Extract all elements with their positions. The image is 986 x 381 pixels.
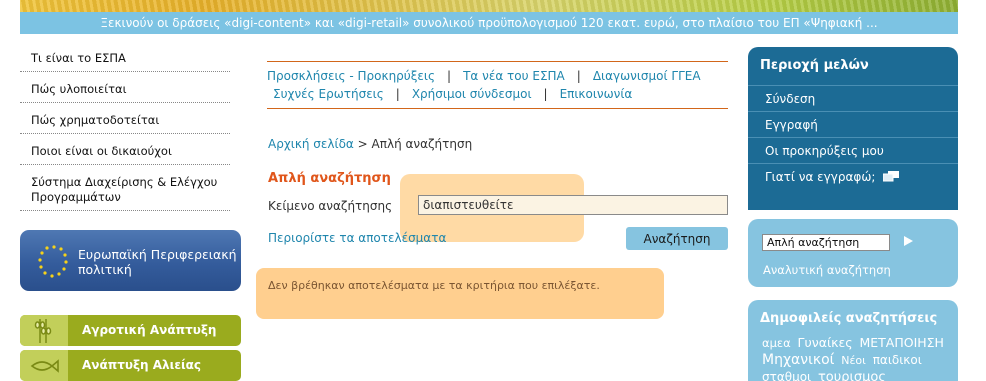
nav-separator: |	[576, 69, 581, 83]
left-menu-item-beneficiaries[interactable]: Ποιοι είναι οι δικαιούχοι	[20, 134, 230, 165]
members-login-link[interactable]: Σύνδεση	[748, 85, 958, 111]
members-why-register-label: Γιατί να εγγραφώ;	[765, 170, 876, 184]
eu-regional-policy-banner[interactable]: Ευρωπαϊκή Περιφερειακή πολιτική	[20, 230, 241, 291]
top-navigation: Προσκλήσεις - Προκηρύξεις | Τα νέα του ΕΣΠ…	[267, 61, 728, 109]
members-my-calls-link[interactable]: Οι προκηρύξεις μου	[748, 137, 958, 163]
breadcrumb: Αρχική σελίδα > Απλή αναζήτηση	[268, 137, 472, 151]
search-input[interactable]	[418, 195, 728, 215]
popular-searches-title: Δημοφιλείς αναζητήσεις	[760, 311, 938, 326]
quick-search-panel: Αναλυτική αναζήτηση	[748, 219, 958, 287]
left-menu-item-management-line2: Προγραμμάτων	[31, 190, 121, 204]
search-section-title: Απλή αναζήτηση	[268, 171, 391, 186]
popular-tag[interactable]: σταθμοι	[762, 370, 811, 381]
nav-link-tenders[interactable]: Διαγωνισμοί ΓΓΕΑ	[593, 69, 701, 83]
monitor-icon	[882, 171, 900, 182]
advanced-search-link[interactable]: Αναλυτική αναζήτηση	[763, 263, 891, 277]
members-area-panel: Περιοχή μελών Σύνδεση Εγγραφή Οι προκηρύ…	[748, 47, 958, 210]
news-ticker[interactable]: Ξεκινούν οι δράσεις «digi-content» και «…	[20, 12, 958, 34]
nav-separator: |	[543, 87, 548, 101]
popular-tag[interactable]: ΜΕΤΑΠΟΙΗΣΗ	[859, 335, 944, 350]
left-menu-item-implementation[interactable]: Πώς υλοποιείται	[20, 72, 230, 103]
nav-link-faq[interactable]: Συχνές Ερωτήσεις	[273, 87, 384, 101]
popular-tag[interactable]: Νέοι	[841, 354, 866, 367]
search-button[interactable]: Αναζήτηση	[626, 227, 728, 250]
left-menu-item-management-line1: Σύστημα Διαχείρισης & Ελέγχου	[31, 175, 218, 189]
search-text-label: Κείμενο αναζήτησης	[268, 199, 393, 213]
nav-link-calls[interactable]: Προσκλήσεις - Προκηρύξεις	[267, 69, 435, 83]
wheat-icon	[20, 315, 68, 346]
rural-development-label: Αγροτική Ανάπτυξη	[82, 323, 217, 337]
members-why-register-link[interactable]: Γιατί να εγγραφώ;	[748, 163, 958, 189]
breadcrumb-home-link[interactable]: Αρχική σελίδα	[268, 137, 354, 151]
popular-searches-panel: Δημοφιλείς αναζητήσεις αμεα Γυναίκες ΜΕΤ…	[748, 300, 958, 381]
left-menu-item-funding[interactable]: Πώς χρηματοδοτείται	[20, 103, 230, 134]
popular-tag[interactable]: Μηχανικοί	[762, 352, 834, 368]
left-menu-item-what-is-espa[interactable]: Τι είναι το ΕΣΠΑ	[20, 40, 230, 72]
left-menu-item-management-system[interactable]: Σύστημα Διαχείρισης & Ελέγχου Προγραμμάτ…	[20, 165, 230, 211]
fisheries-development-button[interactable]: Ανάπτυξη Αλιείας	[20, 350, 241, 381]
popular-tag[interactable]: τουρισμος	[818, 370, 886, 381]
header-banner-image	[20, 0, 958, 12]
nav-separator: |	[395, 87, 400, 101]
rural-development-button[interactable]: Αγροτική Ανάπτυξη	[20, 315, 241, 346]
refine-results-link[interactable]: Περιορίστε τα αποτελέσματα	[268, 231, 446, 245]
popular-tags-cloud: αμεα Γυναίκες ΜΕΤΑΠΟΙΗΣΗ Μηχανικοί Νέοι …	[762, 334, 952, 381]
nav-link-news[interactable]: Τα νέα του ΕΣΠΑ	[463, 69, 565, 83]
members-register-link[interactable]: Εγγραφή	[748, 111, 958, 137]
popular-tag[interactable]: παιδικοι	[873, 353, 922, 367]
quick-search-input[interactable]	[762, 234, 890, 251]
eu-banner-line1: Ευρωπαϊκή Περιφερειακή	[78, 247, 237, 262]
play-arrow-icon[interactable]	[904, 236, 913, 246]
no-results-message-box: Δεν βρέθηκαν αποτελέσματα με τα κριτήρια…	[256, 268, 664, 319]
nav-link-contact[interactable]: Επικοινωνία	[560, 87, 633, 101]
members-area-title: Περιοχή μελών	[760, 58, 869, 73]
eu-banner-line2: πολιτική	[78, 262, 132, 277]
left-menu: Τι είναι το ΕΣΠΑ Πώς υλοποιείται Πώς χρη…	[20, 40, 230, 211]
popular-tag[interactable]: Γυναίκες	[798, 335, 853, 350]
breadcrumb-current: Απλή αναζήτηση	[371, 137, 473, 151]
eu-banner-label: Ευρωπαϊκή Περιφερειακή πολιτική	[78, 247, 237, 277]
breadcrumb-separator: >	[357, 137, 368, 151]
popular-tag[interactable]: αμεα	[762, 336, 791, 350]
fisheries-development-label: Ανάπτυξη Αλιείας	[82, 358, 202, 372]
nav-link-useful-links[interactable]: Χρήσιμοι σύνδεσμοι	[412, 87, 532, 101]
nav-separator: |	[447, 69, 452, 83]
eu-stars-icon	[38, 245, 68, 278]
fish-icon	[20, 350, 68, 381]
no-results-text: Δεν βρέθηκαν αποτελέσματα με τα κριτήρια…	[268, 279, 600, 292]
